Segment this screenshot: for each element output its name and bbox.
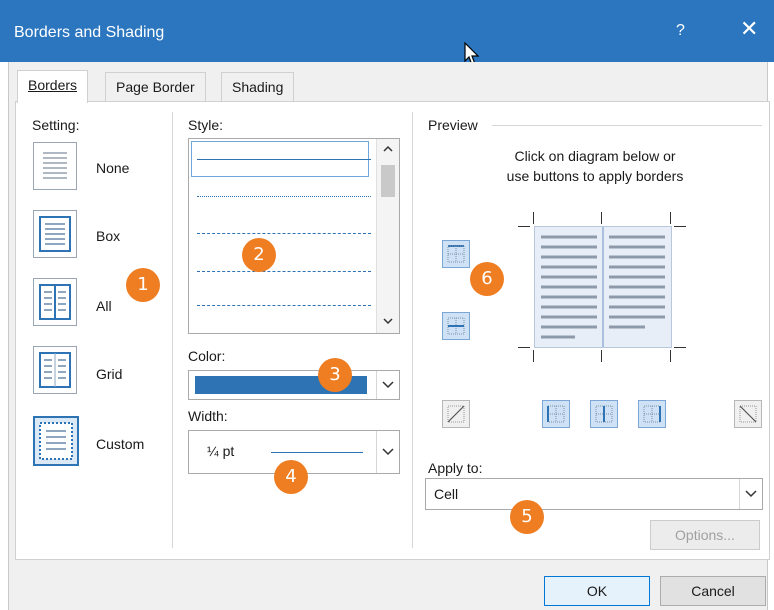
- grid-setting-icon[interactable]: [33, 346, 77, 394]
- close-button[interactable]: ✕: [740, 18, 758, 40]
- tab-shading-label: Shading: [232, 79, 284, 95]
- line-style-solid[interactable]: [197, 159, 371, 160]
- top-border-button[interactable]: [442, 240, 470, 268]
- line-style-dashed-fine[interactable]: [197, 233, 371, 234]
- line-style-dashed[interactable]: [197, 271, 371, 272]
- box-setting-icon[interactable]: [33, 210, 77, 258]
- width-value: ¼ pt: [207, 443, 235, 459]
- corner-mark: [670, 212, 671, 224]
- corner-mark: [533, 350, 534, 362]
- setting-all-label[interactable]: All: [96, 298, 112, 314]
- preview-diagram[interactable]: [534, 226, 672, 348]
- callout-4: 4: [274, 460, 308, 494]
- preview-hint: Click on diagram below or use buttons to…: [420, 146, 770, 186]
- tab-borders-label: Borders: [28, 77, 78, 93]
- left-border-button[interactable]: [542, 400, 570, 428]
- none-setting-icon[interactable]: [33, 142, 77, 190]
- preview-label: Preview: [428, 117, 478, 133]
- custom-setting-icon[interactable]: [33, 416, 79, 466]
- cancel-button[interactable]: Cancel: [660, 576, 766, 606]
- width-label: Width:: [188, 408, 228, 424]
- corner-mark: [518, 226, 530, 227]
- chevron-down-icon[interactable]: [376, 371, 399, 399]
- callout-1: 1: [126, 268, 160, 302]
- corner-mark: [601, 350, 602, 362]
- tab-borders[interactable]: Borders: [17, 70, 89, 103]
- apply-to-value: Cell: [434, 486, 459, 502]
- window-title: Borders and Shading: [14, 24, 165, 41]
- corner-mark: [674, 347, 686, 348]
- inside-vertical-border-button[interactable]: [590, 400, 618, 428]
- preview-hint-line2: use buttons to apply borders: [506, 168, 684, 184]
- color-label: Color:: [188, 348, 226, 364]
- callout-5: 5: [510, 500, 544, 534]
- setting-label: Setting:: [32, 117, 80, 133]
- callout-3: 3: [318, 358, 352, 392]
- options-button[interactable]: Options...: [650, 520, 760, 550]
- divider: [412, 112, 413, 548]
- diagonal-up-border-button[interactable]: [734, 400, 762, 428]
- apply-to-dropdown[interactable]: Cell: [425, 478, 763, 510]
- line-style-dash-dot[interactable]: [197, 305, 371, 306]
- style-label: Style:: [188, 117, 224, 133]
- corner-mark: [674, 226, 686, 227]
- corner-mark: [601, 212, 602, 224]
- line-style-dotted[interactable]: [197, 196, 371, 197]
- title-bar: Borders and Shading ? ✕: [0, 0, 774, 62]
- tab-page-border[interactable]: Page Border: [105, 72, 206, 102]
- color-dropdown[interactable]: [188, 370, 400, 400]
- divider: [172, 112, 173, 548]
- help-button[interactable]: ?: [676, 22, 685, 40]
- callout-2: 2: [242, 238, 276, 272]
- setting-box-label[interactable]: Box: [96, 228, 120, 244]
- all-setting-icon[interactable]: [33, 278, 77, 326]
- chevron-down-icon[interactable]: [376, 431, 399, 473]
- corner-mark: [533, 212, 534, 224]
- callout-6: 6: [470, 262, 504, 296]
- width-line-preview: [271, 452, 363, 453]
- tab-shading[interactable]: Shading: [221, 72, 295, 102]
- diagonal-down-border-button[interactable]: [442, 400, 470, 428]
- chevron-down-icon[interactable]: [739, 479, 762, 509]
- setting-grid-label[interactable]: Grid: [96, 366, 122, 382]
- line-style-list[interactable]: [188, 138, 400, 334]
- corner-mark: [518, 347, 530, 348]
- tab-page-border-label: Page Border: [116, 79, 195, 95]
- apply-to-label: Apply to:: [428, 460, 483, 476]
- preview-hint-line1: Click on diagram below or: [514, 148, 676, 164]
- corner-mark: [670, 350, 671, 362]
- setting-custom-label[interactable]: Custom: [96, 436, 144, 452]
- right-border-button[interactable]: [638, 400, 666, 428]
- inside-horizontal-border-button[interactable]: [442, 312, 470, 340]
- preview-rule: [492, 125, 762, 126]
- style-scrollbar[interactable]: [376, 139, 399, 333]
- ok-button[interactable]: OK: [544, 576, 650, 606]
- setting-none-label[interactable]: None: [96, 160, 129, 176]
